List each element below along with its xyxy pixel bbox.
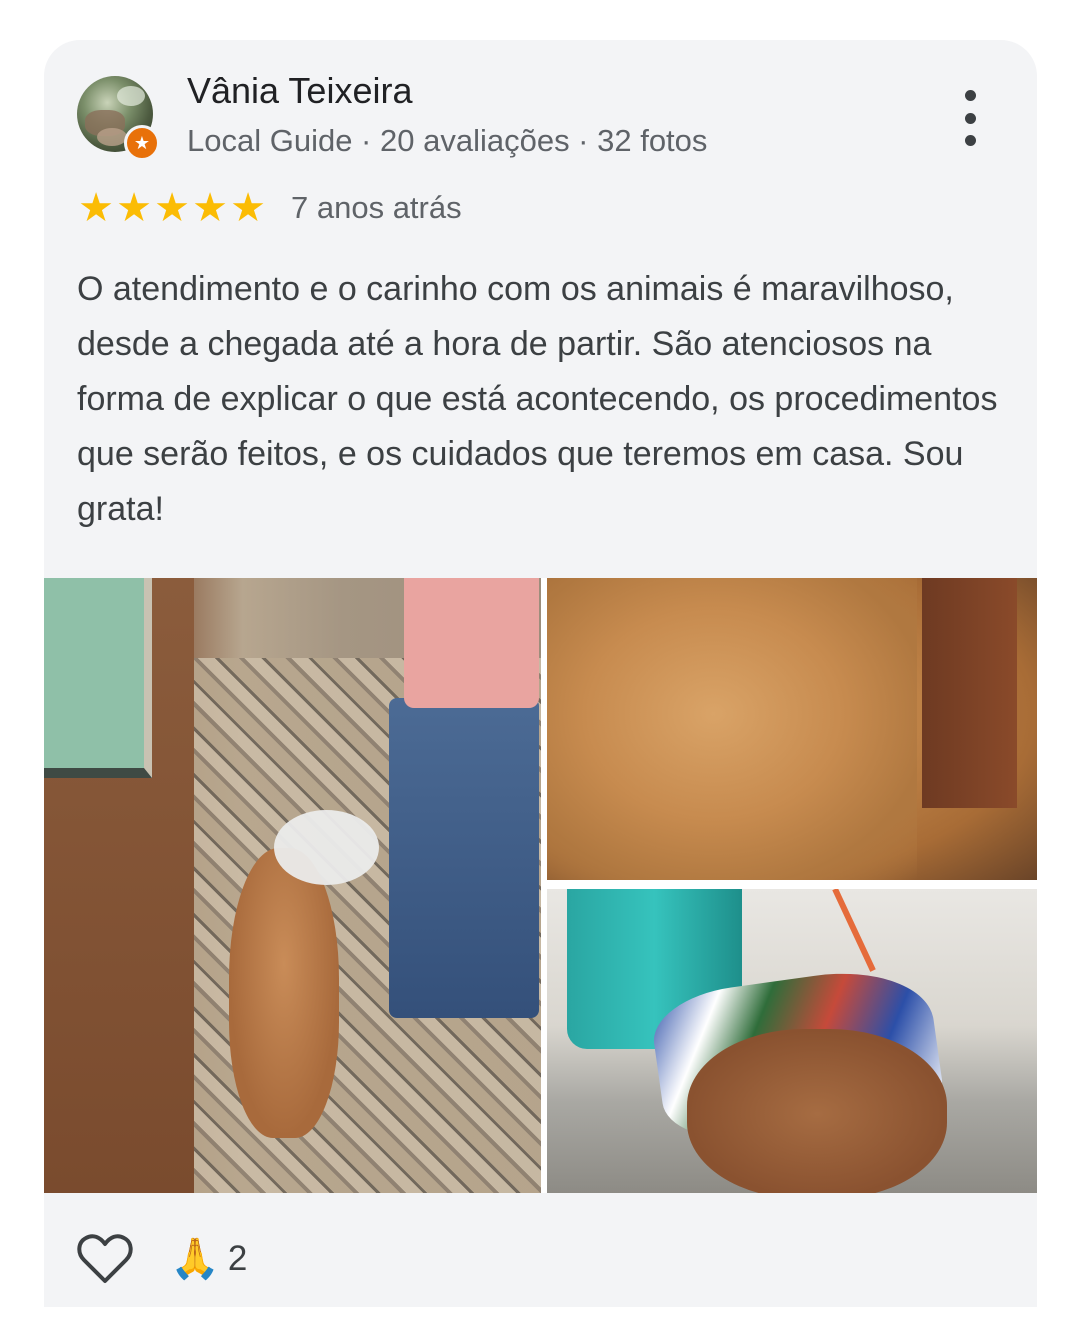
review-footer: 🙏 2: [44, 1193, 1037, 1307]
star-icon: ★: [116, 186, 152, 230]
praying-hands-icon: 🙏: [170, 1236, 220, 1282]
rating-row: ★ ★ ★ ★ ★ 7 anos atrás: [77, 188, 462, 228]
review-photo-3[interactable]: [547, 889, 1037, 1193]
heart-outline-icon[interactable]: [77, 1233, 133, 1285]
local-guide-star-icon: ★: [124, 125, 160, 161]
review-time: 7 anos atrás: [291, 190, 462, 225]
author-name[interactable]: Vânia Teixeira: [187, 70, 412, 112]
review-photo-1[interactable]: [44, 578, 541, 1193]
review-photo-2[interactable]: [547, 578, 1037, 880]
star-icon: ★: [230, 186, 266, 230]
star-rating: ★ ★ ★ ★ ★: [77, 188, 267, 228]
star-icon: ★: [192, 186, 228, 230]
author-meta: Local Guide · 20 avaliações · 32 fotos: [187, 123, 708, 158]
more-vertical-icon[interactable]: [950, 90, 990, 146]
reaction-count: 2: [227, 1239, 248, 1278]
reaction-summary[interactable]: 🙏 2: [170, 1233, 247, 1285]
review-text: O atendimento e o carinho com os animais…: [77, 270, 998, 528]
star-icon: ★: [78, 186, 114, 230]
review-card: ★ Vânia Teixeira Local Guide · 20 avalia…: [44, 40, 1037, 1307]
star-icon: ★: [154, 186, 190, 230]
review-photos: [44, 578, 1037, 1193]
